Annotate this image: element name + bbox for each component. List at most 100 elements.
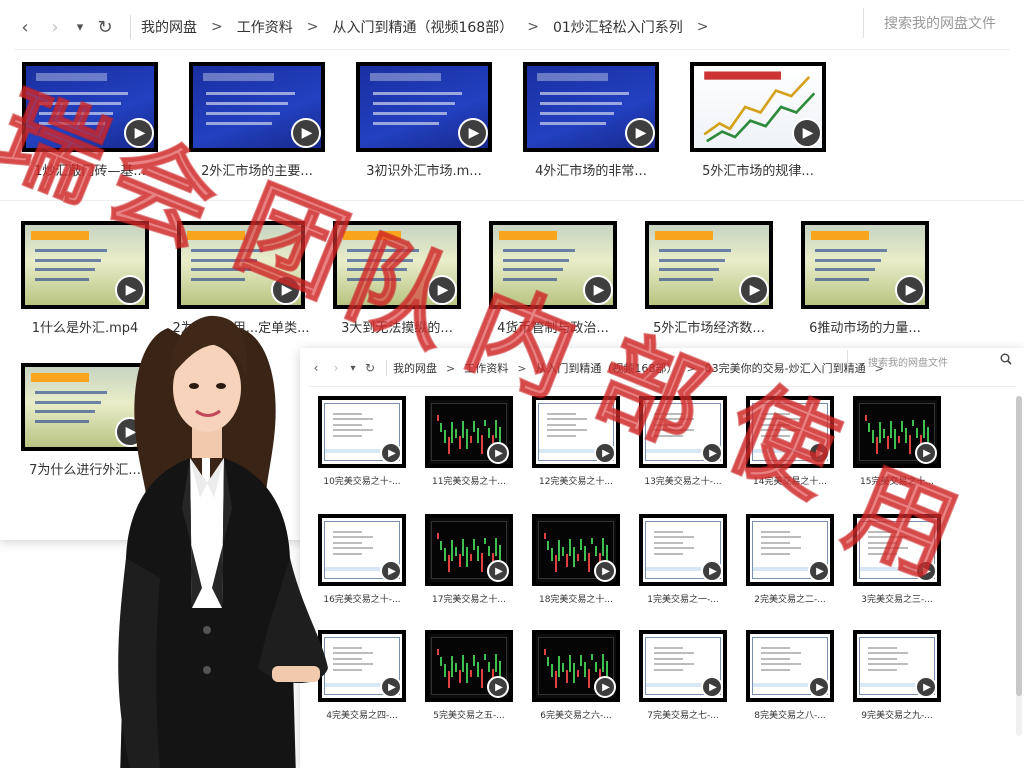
play-icon[interactable]: ▶ [895,275,925,305]
video-thumbnail[interactable]: ▶ [746,396,834,468]
play-icon[interactable]: ▶ [271,275,301,305]
video-file-tile[interactable]: ▶ 4货币管制与政治... [478,221,628,337]
video-thumbnail[interactable]: ▶ [853,396,941,468]
video-file-tile[interactable]: ▶ 1炒汇敲门砖—基... [10,62,170,180]
play-icon[interactable]: ▶ [291,118,321,148]
breadcrumb-item-current-folder[interactable]: 03完美你的交易-炒汇入门到精通 [705,360,866,376]
play-icon[interactable]: ▶ [427,275,457,305]
play-icon[interactable]: ▶ [594,676,616,698]
video-thumbnail[interactable]: ▶ [639,396,727,468]
breadcrumb-item-work-files[interactable]: 工作资料 [237,17,293,37]
video-file-tile[interactable]: ▶ 4外汇市场的非常... [511,62,671,180]
breadcrumb-separator: > [446,361,456,375]
video-thumbnail[interactable]: ▶ [853,630,941,702]
scrollbar[interactable] [1016,396,1022,736]
video-file-tile[interactable]: ▶ 11完美交易之十... [419,396,519,490]
refresh-button[interactable]: ↻ [90,12,120,42]
play-icon[interactable]: ▶ [915,676,937,698]
play-icon[interactable]: ▶ [915,560,937,582]
video-thumbnail[interactable]: ▶ [853,514,941,586]
video-thumbnail[interactable]: ▶ [177,221,305,309]
video-file-tile[interactable]: ▶ 9完美交易之九-... [847,630,947,724]
video-thumbnail[interactable]: ▶ [489,221,617,309]
play-icon[interactable]: ▶ [915,442,937,464]
play-icon[interactable]: ▶ [380,676,402,698]
video-thumbnail[interactable]: ▶ [523,62,659,152]
video-thumbnail[interactable]: ▶ [532,514,620,586]
play-icon[interactable]: ▶ [487,676,509,698]
breadcrumb-item-beginner-to-expert[interactable]: 从入门到精通（视频168部） [332,17,513,37]
history-dropdown-button[interactable]: ▾ [70,12,90,42]
video-file-tile[interactable]: ▶ 14完美交易之十... [740,396,840,490]
play-icon[interactable]: ▶ [487,442,509,464]
play-icon[interactable]: ▶ [701,676,723,698]
video-thumbnail[interactable]: ▶ [356,62,492,152]
breadcrumb-item-my-netdisk[interactable]: 我的网盘 [393,360,437,376]
video-file-tile[interactable]: ▶ 18完美交易之十... [526,514,626,608]
video-thumbnail[interactable]: ▶ [425,514,513,586]
play-icon[interactable]: ▶ [701,560,723,582]
video-file-tile[interactable]: ▶ 13完美交易之十-... [633,396,733,490]
video-thumbnail[interactable]: ▶ [690,62,826,152]
video-thumbnail[interactable]: ▶ [425,396,513,468]
video-file-tile[interactable]: ▶ 17完美交易之十... [419,514,519,608]
play-icon[interactable]: ▶ [583,275,613,305]
video-file-tile[interactable]: ▶ 5外汇市场的规律... [678,62,838,180]
breadcrumb-item-work-files[interactable]: 工作资料 [464,360,508,376]
video-file-tile[interactable]: ▶ 5外汇市场经济数... [634,221,784,337]
video-thumbnail[interactable]: ▶ [801,221,929,309]
play-icon[interactable]: ▶ [739,275,769,305]
back-button[interactable]: ‹ [10,12,40,42]
play-icon[interactable]: ▶ [625,118,655,148]
video-file-tile[interactable]: ▶ 12完美交易之十... [526,396,626,490]
video-thumbnail[interactable]: ▶ [532,396,620,468]
play-icon[interactable]: ▶ [380,442,402,464]
play-icon[interactable]: ▶ [487,560,509,582]
play-icon[interactable]: ▶ [701,442,723,464]
breadcrumb-item-current-folder[interactable]: 01炒汇轻松入门系列 [553,17,683,37]
play-icon[interactable]: ▶ [458,118,488,148]
video-thumbnail[interactable]: ▶ [22,62,158,152]
history-dropdown-button[interactable]: ▾ [346,358,360,378]
video-file-tile[interactable]: ▶ 6完美交易之六-... [526,630,626,724]
video-thumbnail[interactable]: ▶ [746,630,834,702]
search-icon[interactable] [1000,353,1012,369]
search-input[interactable]: 搜索我的网盘文件 [847,350,1012,372]
play-icon[interactable]: ▶ [115,275,145,305]
video-file-tile[interactable]: ▶ 3大到无法摸纵的... [322,221,472,337]
play-icon[interactable]: ▶ [594,560,616,582]
video-thumbnail[interactable]: ▶ [21,221,149,309]
video-thumbnail[interactable]: ▶ [746,514,834,586]
breadcrumb-item-beginner-to-expert[interactable]: 从入门到精通（视频168部） [535,360,677,376]
video-file-tile[interactable]: ▶ 2完美交易之二-... [740,514,840,608]
video-thumbnail[interactable]: ▶ [639,514,727,586]
play-icon[interactable]: ▶ [380,560,402,582]
play-icon[interactable]: ▶ [792,118,822,148]
play-icon[interactable]: ▶ [594,442,616,464]
video-file-tile[interactable]: ▶ 6推动市场的力量... [790,221,940,337]
scrollbar-thumb[interactable] [1016,396,1022,696]
forward-button[interactable]: › [40,12,70,42]
video-file-tile[interactable]: ▶ 8完美交易之八-... [740,630,840,724]
video-thumbnail[interactable]: ▶ [645,221,773,309]
video-thumbnail[interactable]: ▶ [333,221,461,309]
video-file-tile[interactable]: ▶ 3完美交易之三-... [847,514,947,608]
play-icon[interactable]: ▶ [808,442,830,464]
search-input[interactable]: 搜索我的网盘文件 [863,8,996,38]
refresh-button[interactable]: ↻ [360,358,380,378]
breadcrumb-item-my-netdisk[interactable]: 我的网盘 [141,17,197,37]
video-file-tile[interactable]: ▶ 5完美交易之五-... [419,630,519,724]
video-file-tile[interactable]: ▶ 1完美交易之一-... [633,514,733,608]
video-file-tile[interactable]: ▶ 7完美交易之七-... [633,630,733,724]
play-icon[interactable]: ▶ [124,118,154,148]
nav-separator [386,360,387,376]
play-icon[interactable]: ▶ [808,560,830,582]
video-thumbnail[interactable]: ▶ [639,630,727,702]
video-file-tile[interactable]: ▶ 2外汇市场的主要... [177,62,337,180]
video-thumbnail[interactable]: ▶ [425,630,513,702]
play-icon[interactable]: ▶ [808,676,830,698]
video-thumbnail[interactable]: ▶ [189,62,325,152]
video-file-tile[interactable]: ▶ 3初识外汇市场.m... [344,62,504,180]
video-thumbnail[interactable]: ▶ [532,630,620,702]
video-file-tile[interactable]: ▶ 15完美交易之十... [847,396,947,490]
